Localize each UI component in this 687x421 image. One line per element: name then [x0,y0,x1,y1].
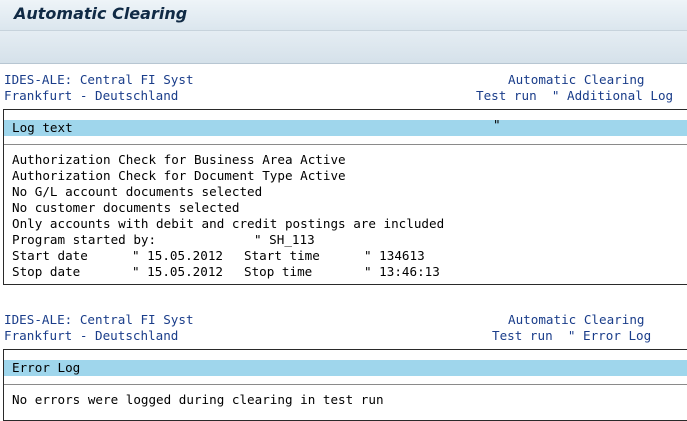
log-text-header-mark: " [493,117,501,132]
error-log-header-bar [4,360,687,376]
window-title: Automatic Clearing [14,4,188,23]
section2-company: IDES-ALE: Central FI Syst [4,312,194,327]
section1-report-title: Automatic Clearing [508,72,645,87]
log-text-header-bar [4,120,687,136]
start-time-label: Start time [244,248,320,263]
log-line: Only accounts with debit and credit post… [12,216,445,231]
error-log-header: Error Log [12,360,81,375]
title-bar: Automatic Clearing [0,0,687,31]
program-started-value: " SH_113 [254,232,315,247]
stop-date-value: " 15.05.2012 [132,264,223,279]
stop-date-label: Stop date [12,264,81,279]
program-started-label: Program started by: [12,232,157,247]
stop-time-label: Stop time [244,264,313,279]
log-line: Authorization Check for Business Area Ac… [12,152,346,167]
log-line: No customer documents selected [12,200,240,215]
section1-run-type: Test run " Additional Log [476,88,674,103]
section2-run-type: Test run " Error Log [492,328,652,343]
error-log-divider [4,384,687,385]
start-date-label: Start date [12,248,88,263]
log-text-divider [4,144,687,145]
log-text-box: Log text " Authorization Check for Busin… [3,109,687,285]
section2-location: Frankfurt - Deutschland [4,328,179,343]
log-line: No G/L account documents selected [12,184,263,199]
error-log-message: No errors were logged during clearing in… [12,392,384,407]
log-text-header: Log text [12,120,73,135]
application-toolbar [0,31,687,64]
report-area: IDES-ALE: Central FI Syst Frankfurt - De… [0,64,687,421]
error-log-box: Error Log No errors were logged during c… [3,349,687,421]
section1-company: IDES-ALE: Central FI Syst [4,72,194,87]
log-line: Authorization Check for Document Type Ac… [12,168,346,183]
start-time-value: " 134613 [364,248,425,263]
stop-time-value: " 13:46:13 [364,264,440,279]
section1-location: Frankfurt - Deutschland [4,88,179,103]
section2-report-title: Automatic Clearing [508,312,645,327]
start-date-value: " 15.05.2012 [132,248,223,263]
